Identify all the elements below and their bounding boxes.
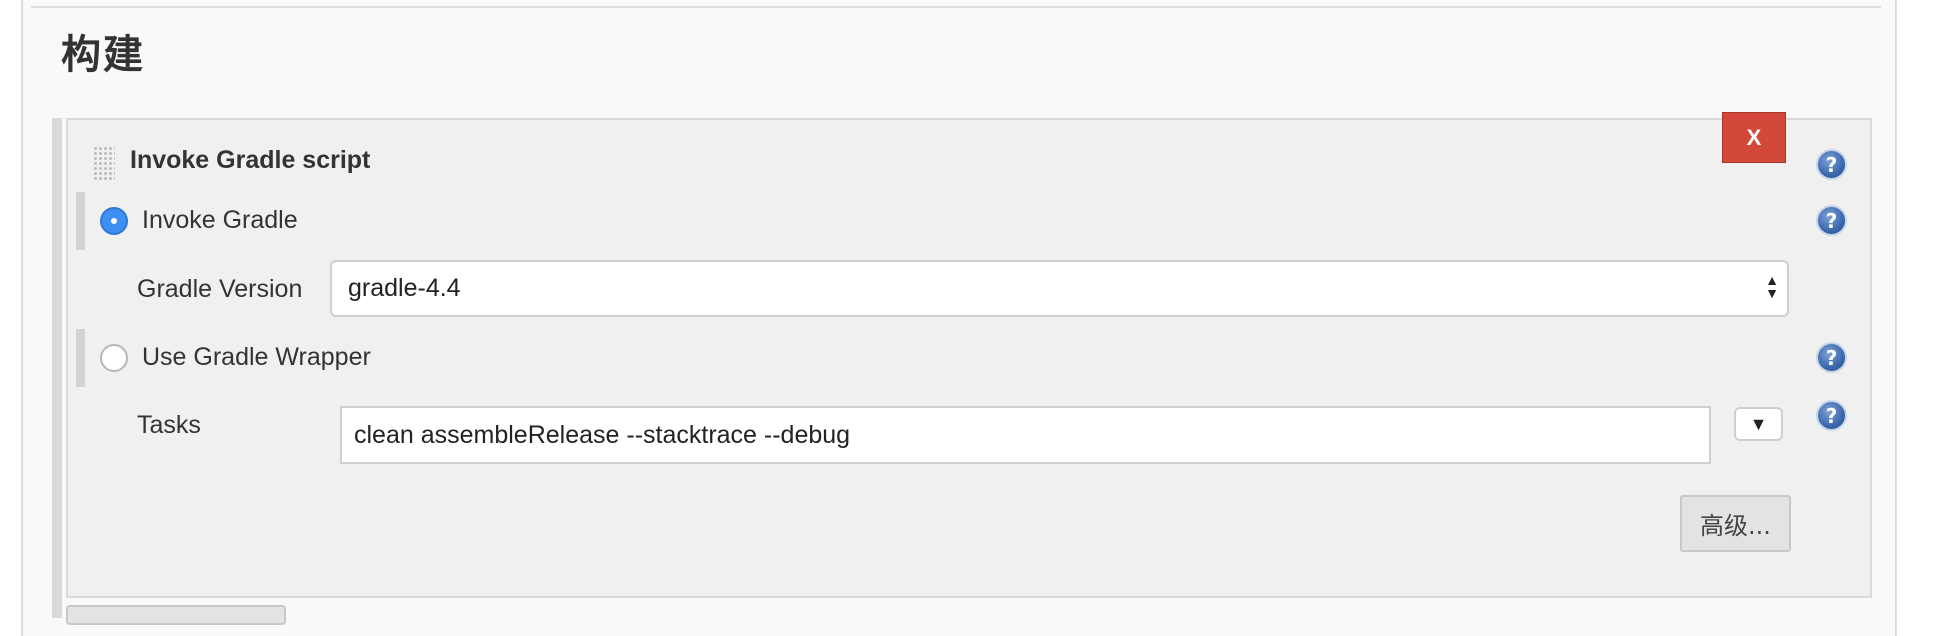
use-gradle-wrapper-radio[interactable] xyxy=(100,344,128,372)
section-divider xyxy=(31,6,1881,8)
help-icon[interactable]: ? xyxy=(1816,400,1847,431)
use-gradle-wrapper-label: Use Gradle Wrapper xyxy=(142,343,371,371)
drag-handle-icon[interactable] xyxy=(93,146,115,180)
expand-down-icon[interactable]: ▼ xyxy=(1734,407,1783,441)
add-build-step-button[interactable] xyxy=(66,605,286,625)
step-title: Invoke Gradle script xyxy=(130,146,371,174)
help-icon[interactable]: ? xyxy=(1816,205,1847,236)
gradle-version-value: gradle-4.4 xyxy=(348,274,461,302)
select-arrows-icon: ▲ ▼ xyxy=(1765,272,1779,301)
help-icon[interactable]: ? xyxy=(1816,342,1847,373)
tasks-input[interactable]: clean assembleRelease --stacktrace --deb… xyxy=(340,406,1711,464)
help-icon[interactable]: ? xyxy=(1816,149,1847,180)
tasks-label: Tasks xyxy=(137,411,201,439)
radio-group-bar xyxy=(76,192,85,250)
radio-group-bar xyxy=(76,329,85,387)
step-left-bar xyxy=(52,118,62,618)
invoke-gradle-label: Invoke Gradle xyxy=(142,206,298,234)
delete-step-button[interactable]: X xyxy=(1722,112,1786,163)
advanced-button[interactable]: 高级... xyxy=(1680,495,1791,552)
gradle-version-select[interactable]: gradle-4.4 ▲ ▼ xyxy=(330,260,1789,317)
gradle-version-label: Gradle Version xyxy=(137,275,303,303)
invoke-gradle-radio[interactable] xyxy=(100,207,128,235)
section-title: 构建 xyxy=(61,32,145,78)
